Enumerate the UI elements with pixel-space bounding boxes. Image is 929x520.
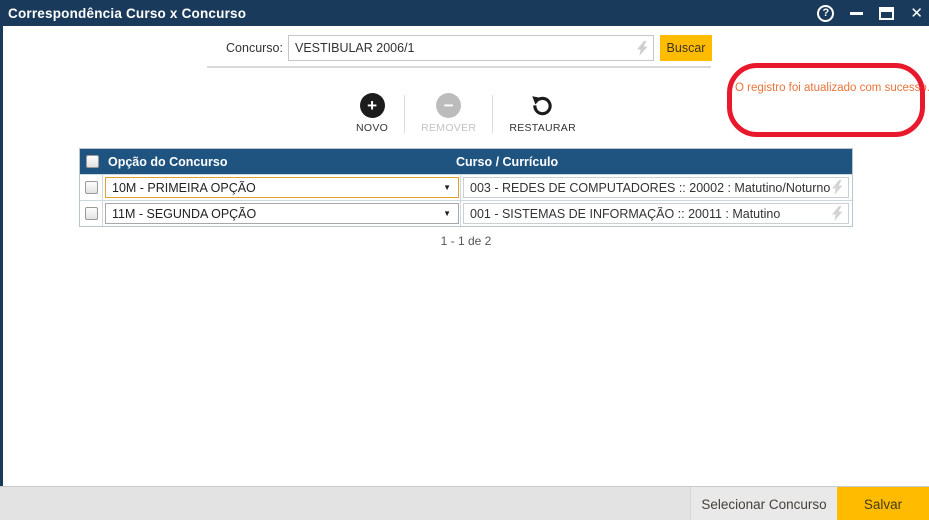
opcao-select[interactable]: 11M - SEGUNDA OPÇÃO ▼ bbox=[105, 203, 459, 224]
row-checkbox-cell bbox=[80, 175, 103, 200]
correspondence-table: Opção do Concurso Curso / Currículo 10M … bbox=[79, 148, 853, 227]
curso-cell: 001 - SISTEMAS DE INFORMAÇÃO :: 20011 : … bbox=[461, 201, 852, 226]
row-checkbox[interactable] bbox=[85, 181, 98, 194]
curso-cell: 003 - REDES DE COMPUTADORES :: 20002 : M… bbox=[461, 175, 852, 200]
maximize-icon[interactable] bbox=[879, 7, 894, 20]
novo-label: NOVO bbox=[356, 122, 388, 134]
salvar-button[interactable]: Salvar bbox=[837, 487, 929, 520]
opcao-select-value: 11M - SEGUNDA OPÇÃO bbox=[106, 207, 443, 221]
row-checkbox[interactable] bbox=[85, 207, 98, 220]
help-icon[interactable]: ? bbox=[817, 5, 834, 22]
restore-arrow-icon bbox=[530, 93, 555, 118]
titlebar-controls: ? ✕ bbox=[817, 0, 923, 26]
selecionar-concurso-button[interactable]: Selecionar Concurso bbox=[690, 487, 837, 520]
curso-input-value: 003 - REDES DE COMPUTADORES :: 20002 : M… bbox=[464, 181, 832, 195]
opcao-select-value: 10M - PRIMEIRA OPÇÃO bbox=[106, 181, 443, 195]
novo-button[interactable]: + NOVO bbox=[340, 93, 404, 135]
opcao-cell: 10M - PRIMEIRA OPÇÃO ▼ bbox=[103, 175, 461, 200]
footer-bar: Selecionar Concurso Salvar bbox=[0, 486, 929, 520]
search-row: Concurso: VESTIBULAR 2006/1 Buscar bbox=[0, 35, 929, 62]
column-header-curso: Curso / Currículo bbox=[451, 155, 852, 169]
plus-circle-icon: + bbox=[360, 93, 385, 118]
chevron-down-icon: ▼ bbox=[443, 209, 451, 218]
restaurar-label: RESTAURAR bbox=[509, 122, 576, 134]
window-left-border bbox=[0, 26, 3, 520]
opcao-cell: 11M - SEGUNDA OPÇÃO ▼ bbox=[103, 201, 461, 226]
select-all-checkbox[interactable] bbox=[86, 155, 99, 168]
pagination-text: 1 - 1 de 2 bbox=[79, 234, 853, 248]
title-bar: Correspondência Curso x Concurso ? ✕ bbox=[0, 0, 929, 26]
toolbar: + NOVO − REMOVER RESTAURAR bbox=[79, 93, 853, 135]
table-row: 10M - PRIMEIRA OPÇÃO ▼ 003 - REDES DE CO… bbox=[80, 174, 852, 200]
table-row: 11M - SEGUNDA OPÇÃO ▼ 001 - SISTEMAS DE … bbox=[80, 200, 852, 226]
row-checkbox-cell bbox=[80, 201, 103, 226]
opcao-select[interactable]: 10M - PRIMEIRA OPÇÃO ▼ bbox=[105, 177, 459, 198]
curso-input[interactable]: 003 - REDES DE COMPUTADORES :: 20002 : M… bbox=[463, 177, 849, 198]
remover-label: REMOVER bbox=[421, 122, 476, 134]
minimize-icon[interactable] bbox=[850, 12, 863, 15]
column-header-opcao: Opção do Concurso bbox=[99, 155, 451, 169]
app-window: Correspondência Curso x Concurso ? ✕ Con… bbox=[0, 0, 929, 520]
curso-input-value: 001 - SISTEMAS DE INFORMAÇÃO :: 20011 : … bbox=[464, 207, 832, 221]
concurso-input[interactable]: VESTIBULAR 2006/1 bbox=[288, 35, 654, 61]
concurso-input-value: VESTIBULAR 2006/1 bbox=[289, 41, 637, 55]
chevron-down-icon: ▼ bbox=[443, 183, 451, 192]
lightning-icon[interactable] bbox=[832, 206, 843, 221]
window-title: Correspondência Curso x Concurso bbox=[8, 6, 246, 21]
form-separator bbox=[207, 66, 711, 68]
minus-circle-icon: − bbox=[436, 93, 461, 118]
lightning-icon[interactable] bbox=[637, 41, 648, 56]
curso-input[interactable]: 001 - SISTEMAS DE INFORMAÇÃO :: 20011 : … bbox=[463, 203, 849, 224]
restaurar-button[interactable]: RESTAURAR bbox=[493, 93, 592, 135]
table-header-row: Opção do Concurso Curso / Currículo bbox=[80, 149, 852, 174]
lightning-icon[interactable] bbox=[832, 180, 843, 195]
close-icon[interactable]: ✕ bbox=[910, 6, 923, 21]
buscar-button[interactable]: Buscar bbox=[660, 35, 712, 61]
concurso-label: Concurso: bbox=[210, 35, 283, 61]
remover-button[interactable]: − REMOVER bbox=[405, 93, 492, 135]
